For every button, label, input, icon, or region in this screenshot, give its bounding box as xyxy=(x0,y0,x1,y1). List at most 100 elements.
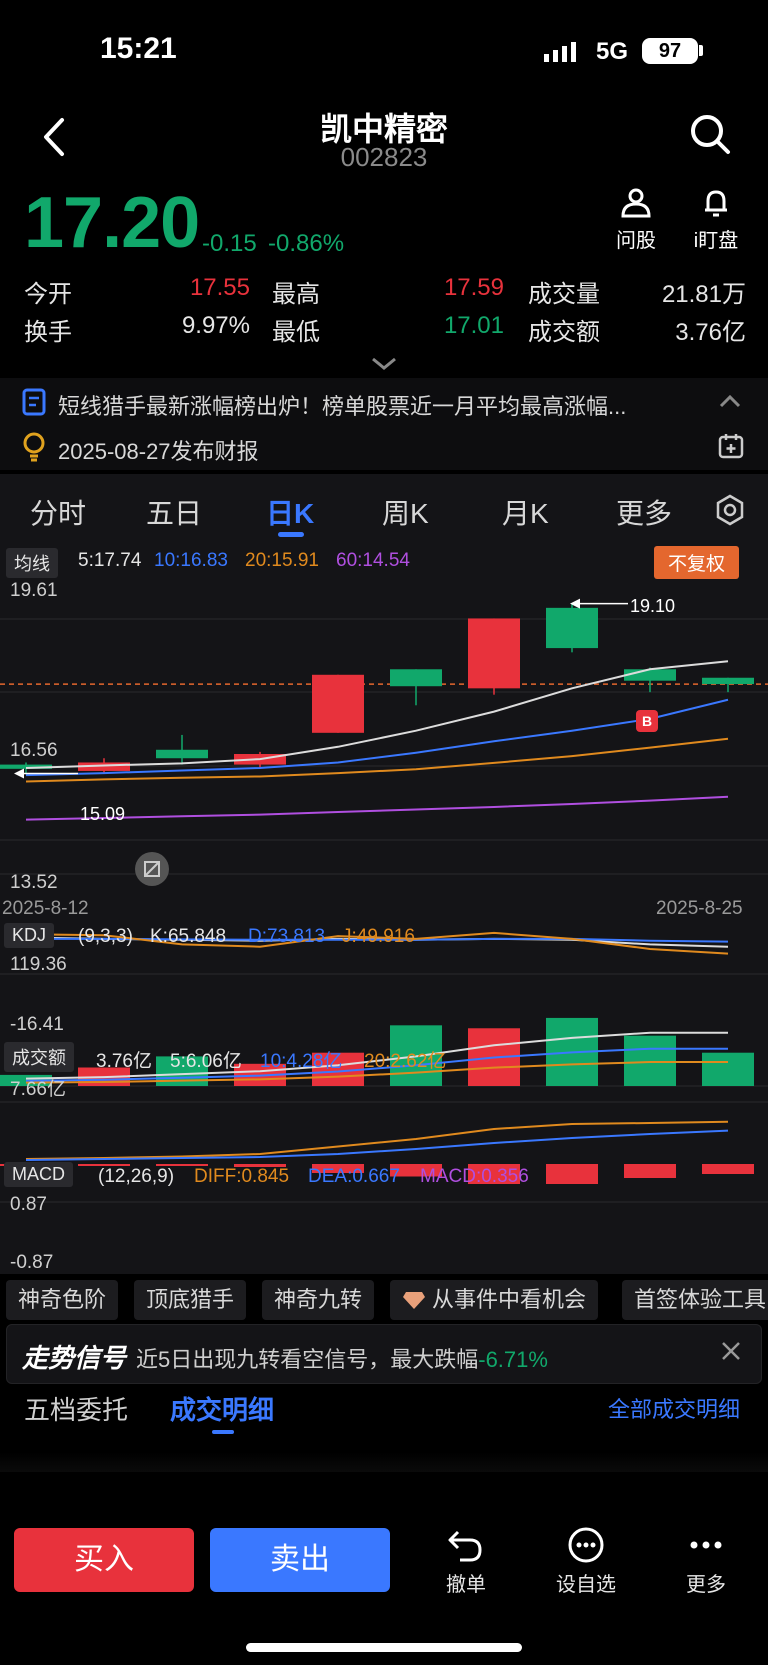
more-button[interactable]: 更多 xyxy=(666,1526,746,1597)
macd-y-low: -0.87 xyxy=(10,1252,54,1273)
stat-label-turnover: 换手 xyxy=(24,319,72,346)
candle-body xyxy=(468,618,520,689)
buy-button[interactable]: 买入 xyxy=(14,1528,194,1592)
signal-title: 走势信号 xyxy=(22,1343,127,1373)
volume-selector[interactable]: 成交额 xyxy=(4,1042,74,1072)
volume-ma10: 10:4.28亿 xyxy=(260,1051,343,1072)
close-icon[interactable] xyxy=(720,1340,742,1367)
kline-date-end: 2025-8-25 xyxy=(656,898,743,919)
chip-magic-nine[interactable]: 神奇九转 xyxy=(262,1280,375,1320)
macd-dea-line xyxy=(25,1129,729,1161)
macd-selector[interactable]: MACD xyxy=(4,1162,73,1187)
chip-top-bottom-hunter[interactable]: 顶底猎手 xyxy=(134,1280,247,1320)
candle-body xyxy=(546,607,598,649)
ma60-value: 60:14.54 xyxy=(336,550,410,571)
macd-y-high: 0.87 xyxy=(10,1194,47,1215)
kdj-d-value: D:73.813 xyxy=(248,926,326,947)
macd-value: MACD:0.356 xyxy=(420,1166,529,1187)
kdj-params: (9,3,3) xyxy=(78,926,133,947)
undo-icon xyxy=(448,1530,482,1562)
ma5-value: 5:17.74 xyxy=(78,550,142,571)
tab-monthly-k[interactable]: 月K xyxy=(502,492,549,532)
kline-y-high: 19.61 xyxy=(10,580,58,601)
tab-five-day[interactable]: 五日 xyxy=(146,492,202,532)
stat-value-low: 17.01 xyxy=(443,312,504,339)
kdj-y-low: -16.41 xyxy=(10,1014,64,1035)
volume-ma5: 5:6.06亿 xyxy=(170,1051,242,1072)
watch-label: i盯盘 xyxy=(693,230,739,252)
news-headline[interactable]: 短线猎手最新涨幅榜出炉！榜单股票近一月平均最高涨幅... xyxy=(58,389,678,421)
stock-code: 002823 xyxy=(340,142,428,172)
all-trades-link[interactable]: 全部成交明细 xyxy=(608,1392,740,1424)
stat-label-open: 今开 xyxy=(24,281,72,308)
volume-total: 3.76亿 xyxy=(96,1051,152,1072)
ma20-value: 20:15.91 xyxy=(245,550,319,571)
chip-event-opportunity[interactable]: 从事件中看机会 xyxy=(390,1280,599,1320)
stat-label-high: 最高 xyxy=(272,281,320,308)
volume-bar xyxy=(702,1052,754,1086)
active-tab-underline xyxy=(278,532,304,537)
candle-body xyxy=(702,677,754,685)
signal-icon xyxy=(544,40,584,69)
chip-first-sign-tool[interactable]: 首签体验工具 xyxy=(622,1280,768,1320)
stat-value-amount: 3.76亿 xyxy=(675,319,746,346)
kdj-k-value: K:65.848 xyxy=(150,926,227,947)
stat-value-turnover: 9.97% xyxy=(181,312,250,339)
candle-body xyxy=(390,669,442,687)
candle-body xyxy=(156,749,208,759)
ask-stock-label: 问股 xyxy=(616,230,656,252)
kdj-selector[interactable]: KDJ xyxy=(4,923,55,948)
draw-tool-icon[interactable] xyxy=(135,852,169,886)
price-change-percent: -0.86% xyxy=(268,230,345,257)
kline-y-mid: 16.56 xyxy=(10,740,58,761)
calendar-add-icon[interactable] xyxy=(718,432,744,465)
settings-hexagon-icon[interactable] xyxy=(714,494,746,531)
diamond-icon xyxy=(403,1292,425,1309)
ask-stock-button[interactable]: 问股 xyxy=(596,188,676,253)
bell-icon xyxy=(705,190,727,217)
ma20-line xyxy=(25,737,729,783)
sell-button[interactable]: 卖出 xyxy=(210,1528,390,1592)
add-watchlist-button[interactable]: 设自选 xyxy=(546,1526,626,1597)
stat-label-low: 最低 xyxy=(272,319,320,346)
tab-daily-k[interactable]: 日K xyxy=(266,492,314,532)
stat-value-high: 17.59 xyxy=(443,274,504,301)
cancel-order-button[interactable]: 撤单 xyxy=(426,1526,506,1597)
tab-more[interactable]: 更多 xyxy=(616,492,672,532)
macd-diff-line xyxy=(25,1120,729,1160)
collapse-chevron-icon[interactable] xyxy=(718,393,742,414)
stat-label-amount: 成交额 xyxy=(528,319,600,346)
chip-color-scale[interactable]: 神奇色阶 xyxy=(6,1280,119,1320)
cancel-order-label: 撤单 xyxy=(446,1574,486,1596)
tab-intraday[interactable]: 分时 xyxy=(30,492,86,532)
document-icon xyxy=(22,388,46,421)
min-price-label: 15.09 xyxy=(80,804,126,824)
volume-y-high: 7.66亿 xyxy=(10,1079,66,1100)
volume-ma20: 20:2.62亿 xyxy=(364,1051,447,1072)
kdj-y-high: 119.36 xyxy=(10,954,67,975)
lightbulb-icon xyxy=(22,432,46,467)
add-watchlist-label: 设自选 xyxy=(556,1574,616,1596)
current-price: 17.20 xyxy=(24,183,200,263)
search-icon[interactable] xyxy=(688,112,732,156)
battery-tip xyxy=(699,45,703,56)
kline-date-start: 2025-8-12 xyxy=(2,898,89,919)
signal-description: 近5日出现九转看空信号，最大跌幅 xyxy=(136,1347,479,1372)
tab-trade-detail[interactable]: 成交明细 xyxy=(170,1390,274,1427)
expand-chevron-icon[interactable] xyxy=(370,356,398,377)
person-icon xyxy=(621,188,651,218)
macd-histogram-bar xyxy=(624,1164,676,1178)
ellipsis-icon xyxy=(690,1541,722,1549)
macd-histogram-bar xyxy=(546,1164,598,1184)
watch-button[interactable]: i盯盘 xyxy=(676,188,756,253)
candle-body xyxy=(312,674,364,733)
signal-text: 近5日出现九转看空信号，最大跌幅-6.71% xyxy=(136,1342,548,1374)
earnings-notice[interactable]: 2025-08-27发布财报 xyxy=(58,434,259,466)
macd-dea-value: DEA:0.667 xyxy=(308,1166,400,1187)
tab-weekly-k[interactable]: 周K xyxy=(382,492,429,532)
macd-params: (12,26,9) xyxy=(98,1166,175,1187)
tab-order-book[interactable]: 五档委托 xyxy=(24,1390,128,1427)
buy-marker[interactable]: B xyxy=(636,710,658,732)
trade-tab-underline xyxy=(212,1430,234,1434)
macd-histogram-bar xyxy=(702,1164,754,1174)
